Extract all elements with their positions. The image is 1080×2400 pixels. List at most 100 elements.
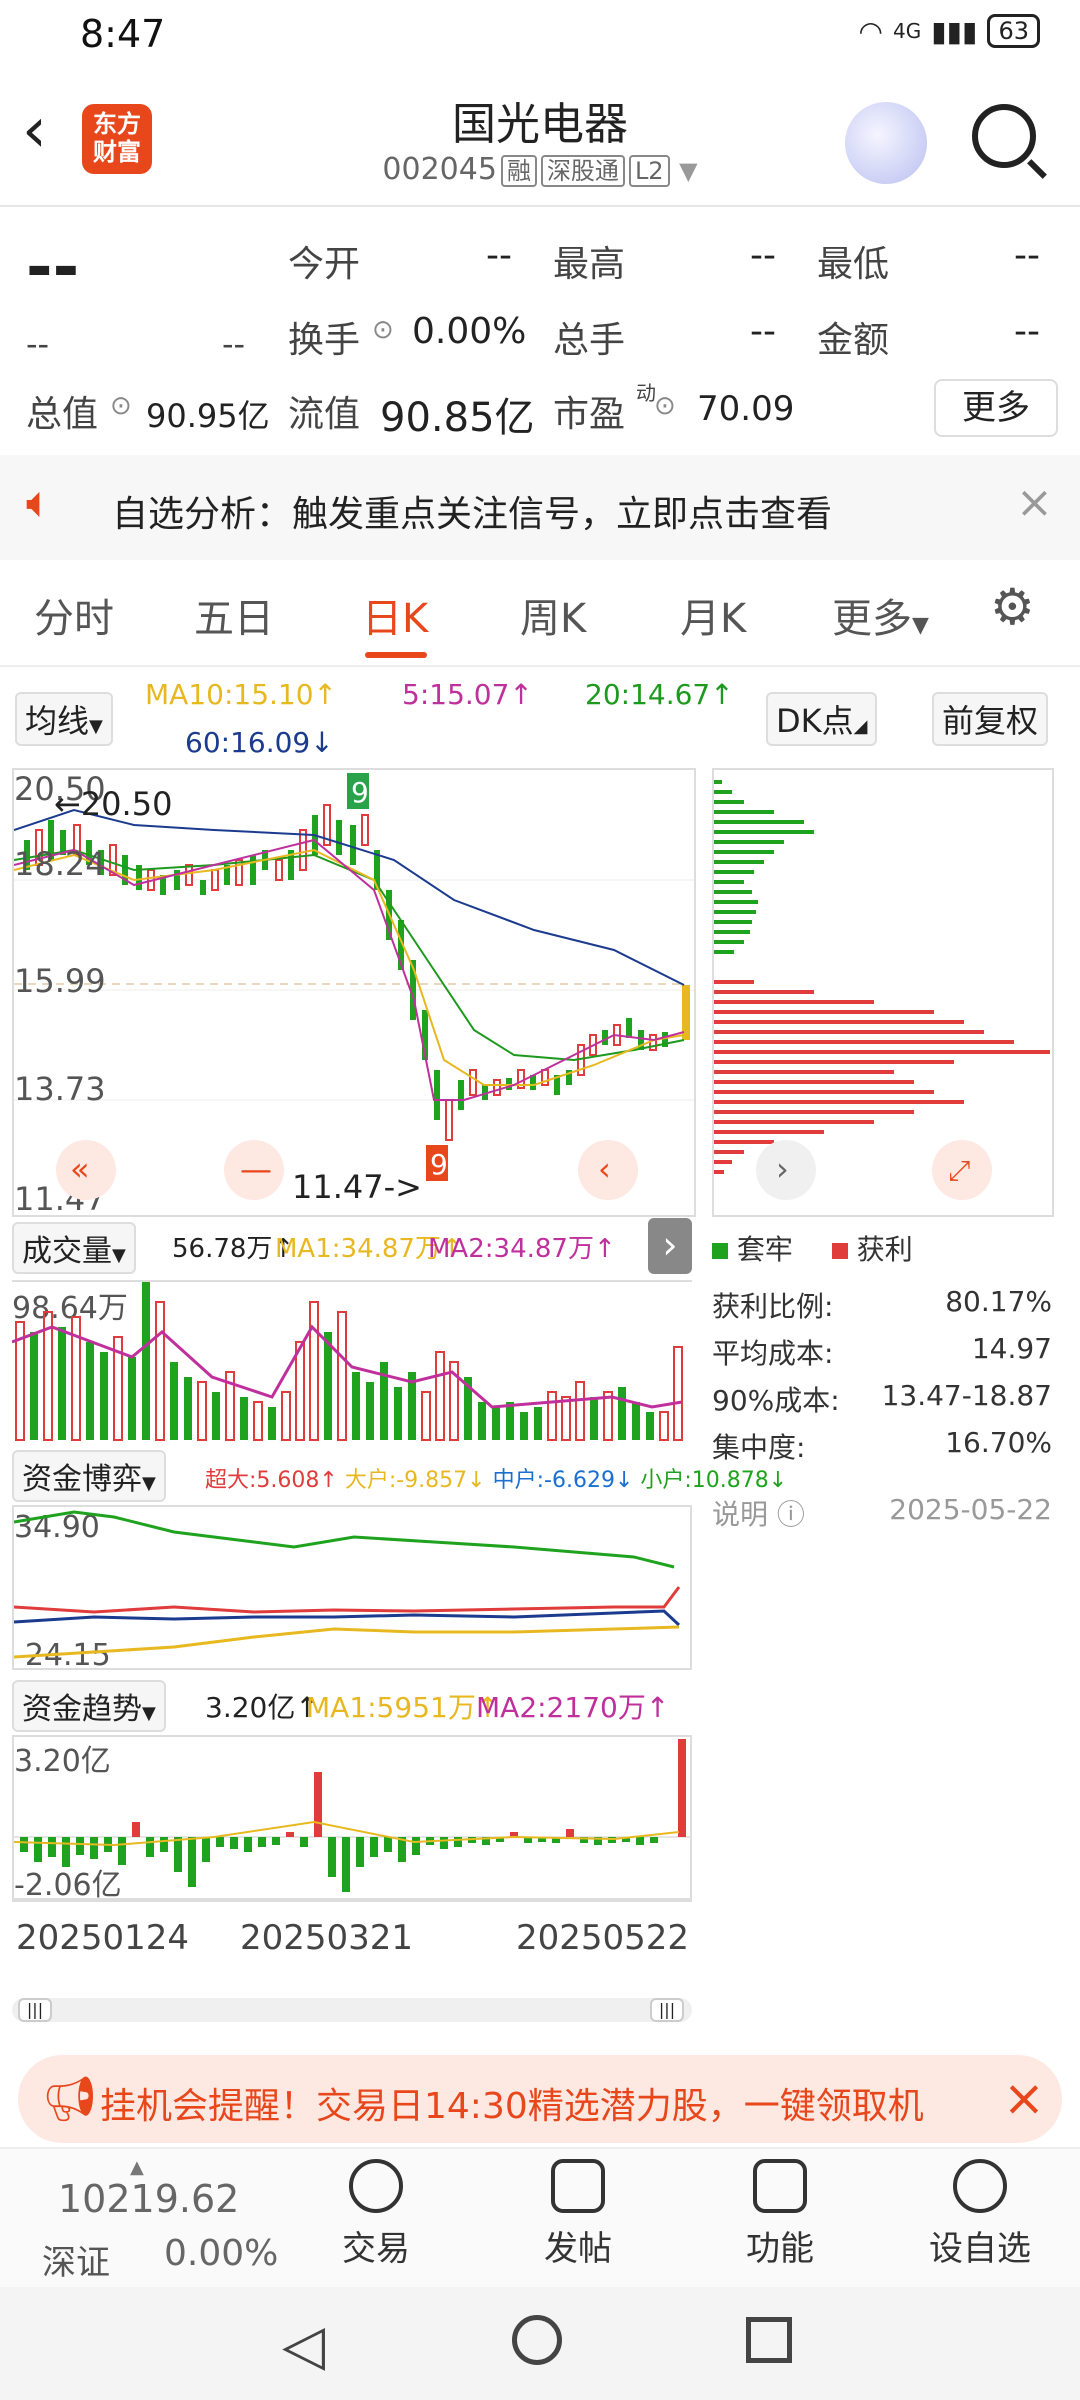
- fund-trend-selector[interactable]: 资金趋势▼: [12, 1680, 166, 1732]
- date-end: 20250522: [516, 1918, 690, 1958]
- stock-code: 002045: [382, 152, 497, 187]
- y-label-mid: 15.99: [14, 962, 106, 1000]
- more-button[interactable]: 更多: [934, 379, 1058, 437]
- info-icon: ⓘ: [776, 1498, 805, 1531]
- home-icon[interactable]: [512, 2315, 562, 2365]
- high-value: --: [750, 235, 776, 276]
- nav-add-watchlist[interactable]: 设自选: [910, 2159, 1050, 2270]
- chevron-right-icon[interactable]: ›: [648, 1218, 692, 1274]
- range-handle-left[interactable]: |||: [18, 1998, 52, 2022]
- status-icons: ◠ 4G ▮▮▮ 63: [859, 14, 1040, 48]
- tab-indicator: [365, 652, 427, 658]
- info-icon[interactable]: ⊙: [372, 315, 394, 345]
- fund-game-selector[interactable]: 资金博弈▼: [12, 1450, 166, 1502]
- low-label: 最低: [817, 244, 890, 285]
- search-icon[interactable]: [972, 104, 1036, 168]
- chevron-down-icon: ▼: [912, 613, 929, 638]
- notice-text: 自选分析：触发重点关注信号，立即点击查看: [112, 494, 833, 535]
- chip-svg: › ⤢: [714, 780, 1050, 1200]
- fund-trend-svg: 3.20亿 -2.06亿: [13, 1739, 690, 1903]
- large-value: 大户:-9.857↓: [344, 1468, 486, 1493]
- open-label: 今开: [288, 244, 361, 285]
- info-icon[interactable]: ⊙: [110, 391, 132, 421]
- wifi-icon: ◠: [858, 14, 883, 48]
- float-mv-value: 90.85亿: [380, 395, 535, 441]
- info-icon[interactable]: ⊙: [654, 391, 676, 421]
- fund-trend-chart[interactable]: 3.20亿 -2.06亿: [12, 1735, 692, 1903]
- index-value[interactable]: 10219.62: [58, 2177, 239, 2221]
- index-name[interactable]: 深证: [42, 2235, 110, 2284]
- amount-value: --: [1014, 311, 1040, 352]
- volume-ylabel: 98.64万: [12, 1291, 128, 1326]
- ma-selector[interactable]: 均线▼: [15, 692, 113, 746]
- fund-trend-ma2: MA2:2170万↑: [476, 1691, 670, 1724]
- explain-link[interactable]: 说明 ⓘ: [712, 1493, 805, 1533]
- promo-text: 挂机会提醒！交易日14:30精选潜力股，一键领取机: [100, 2086, 924, 2127]
- dk-point-toggle[interactable]: DK点◢: [766, 692, 878, 746]
- network-type: 4G: [892, 19, 922, 43]
- amount-label: 金额: [817, 320, 890, 361]
- fund-trend-ma1: MA1:5951万↑: [306, 1691, 500, 1724]
- signal-icon: ▮▮▮: [931, 14, 978, 48]
- status-bar: 8:47 ◠ 4G ▮▮▮ 63: [0, 0, 1080, 70]
- tab-intraday[interactable]: 分时: [34, 586, 114, 644]
- nav-functions[interactable]: 功能: [710, 2159, 850, 2270]
- total-mv-value: 90.95亿: [146, 397, 270, 435]
- legend-swatch-trapped: [712, 1243, 728, 1259]
- tab-more[interactable]: 更多▼: [832, 586, 929, 644]
- chip-distribution-chart[interactable]: › ⤢: [712, 768, 1054, 1217]
- mid-line: [13, 1609, 681, 1627]
- stat-row: 90%成本: 13.47-18.87: [712, 1379, 1052, 1417]
- tab-weekly-k[interactable]: 周K: [520, 586, 586, 644]
- fund-game-legend: 超大:5.608↑ 大户:-9.857↓ 中户:-6.629↓ 小户:10.87…: [205, 1462, 787, 1494]
- gear-icon[interactable]: ⚙︎: [990, 578, 1035, 636]
- tab-daily-k[interactable]: 日K: [362, 586, 428, 644]
- bottom-nav: ▲ 10219.62 深证 0.00% 交易 发帖 功能 设自选: [0, 2147, 1080, 2289]
- date-start: 20250124: [16, 1918, 190, 1958]
- svg-text:«: «: [70, 1150, 90, 1188]
- svg-text:⤢: ⤢: [948, 1154, 970, 1187]
- index-pct[interactable]: 0.00%: [164, 2233, 278, 2274]
- volume-ma2: MA2:34.87万↑: [428, 1234, 616, 1264]
- kline-chart[interactable]: 20.50 18.24 15.99 13.73 11.47 ←20.50 11.…: [12, 768, 696, 1218]
- adjustment-toggle[interactable]: 前复权: [932, 692, 1049, 746]
- notice-bar[interactable]: 🔈︎ 自选分析：触发重点关注信号，立即点击查看 ×: [0, 455, 1080, 560]
- chip-note-row: 说明 ⓘ 2025-05-22: [712, 1493, 1052, 1533]
- range-slider[interactable]: ||| |||: [12, 1998, 692, 2022]
- ma20-line: [13, 848, 685, 1062]
- robot-assistant-icon[interactable]: [845, 102, 927, 184]
- fund-game-chart[interactable]: 34.90 -24.15: [12, 1505, 692, 1673]
- back-triangle-icon[interactable]: ◁: [282, 2313, 325, 2378]
- nav-post[interactable]: 发帖: [508, 2159, 648, 2270]
- tag-l2: L2: [628, 154, 670, 187]
- promo-banner[interactable]: 📢︎ 挂机会提醒！交易日14:30精选潜力股，一键领取机 ×: [18, 2055, 1062, 2143]
- chevron-down-icon: ▼: [112, 1245, 126, 1266]
- svg-text:‹: ‹: [598, 1150, 611, 1188]
- chart-tabs: 分时 五日 日K 周K 月K 更多▼ ⚙︎: [0, 560, 1080, 667]
- turnover-value: 0.00%: [412, 311, 527, 352]
- volume-chart[interactable]: 98.64万: [11, 1280, 692, 1442]
- td-signal-9: 9: [430, 1148, 448, 1181]
- volume-value: --: [750, 311, 776, 352]
- caret-up-icon: ▲: [130, 2157, 144, 2178]
- low-value: --: [1014, 235, 1040, 276]
- tab-five-day[interactable]: 五日: [194, 586, 274, 644]
- status-time: 8:47: [80, 12, 166, 56]
- recents-icon[interactable]: [746, 2317, 792, 2363]
- megaphone-icon: 📢︎: [42, 2074, 98, 2125]
- date-ticks: [12, 1900, 692, 1912]
- total-mv-label: 总值: [26, 394, 99, 435]
- range-handle-right[interactable]: |||: [650, 1998, 684, 2022]
- close-icon[interactable]: ×: [1016, 477, 1053, 528]
- price: --: [26, 231, 80, 305]
- nav-trade[interactable]: 交易: [306, 2159, 446, 2270]
- change: --: [26, 325, 50, 363]
- high-marker: ←20.50: [54, 785, 172, 823]
- low-marker: 11.47->: [292, 1168, 422, 1206]
- svg-text:›: ›: [776, 1150, 789, 1188]
- volume-selector[interactable]: 成交量▼: [12, 1222, 136, 1274]
- fund-trend-value: 3.20亿↑: [205, 1691, 319, 1724]
- tab-monthly-k[interactable]: 月K: [680, 586, 746, 644]
- close-icon[interactable]: ×: [1003, 2069, 1045, 2127]
- chip-stats: 获利比例: 80.17% 平均成本: 14.97 90%成本: 13.47-18.87…: [712, 1285, 1052, 1533]
